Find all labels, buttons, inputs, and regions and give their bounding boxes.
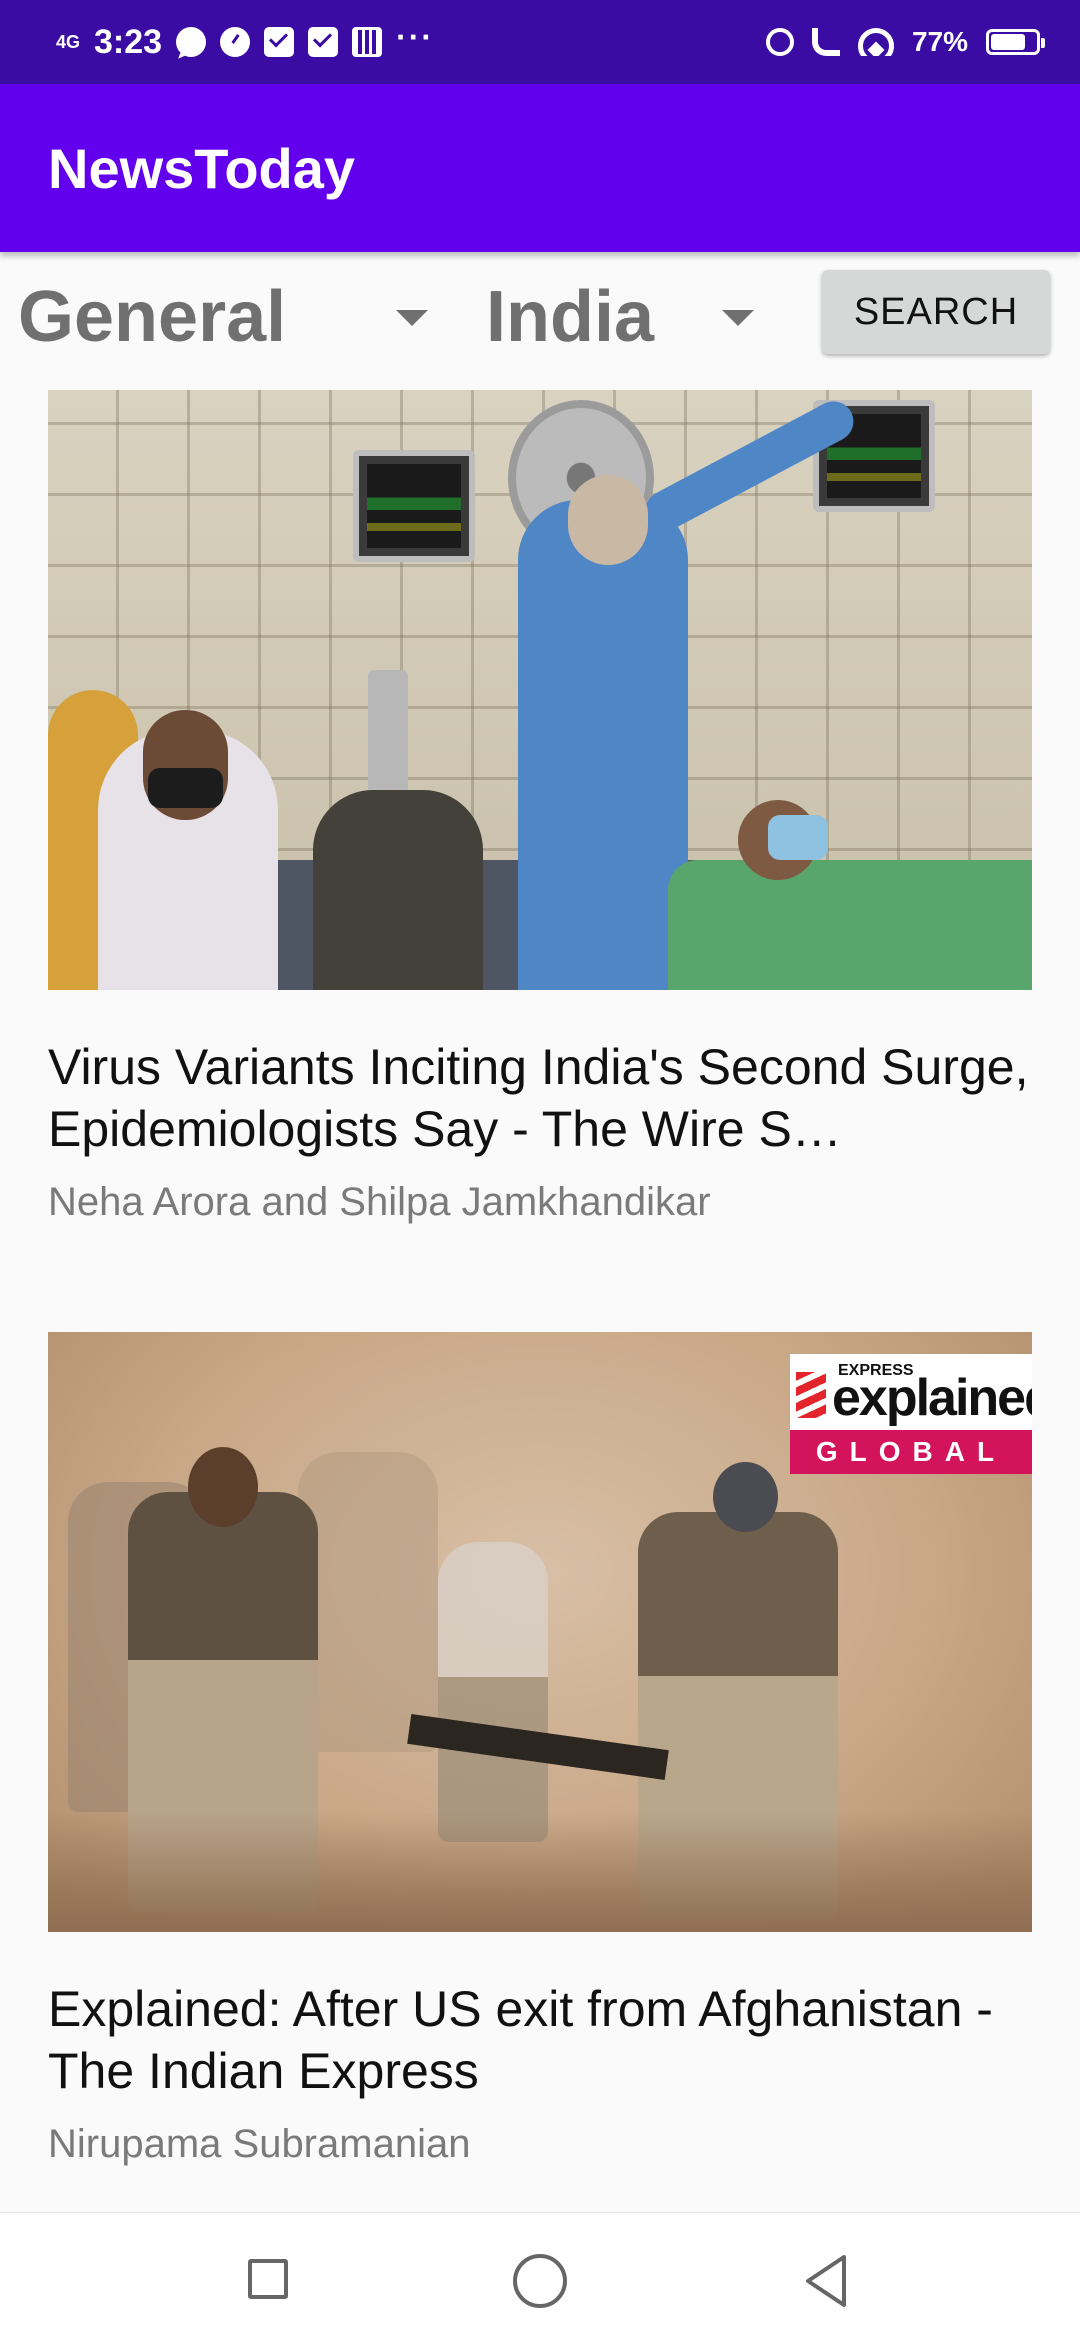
article-image[interactable] [48, 390, 1032, 990]
status-time: 3:23 [94, 22, 163, 61]
country-spinner[interactable]: India [486, 272, 776, 362]
badge-explained-label: explained [832, 1369, 1032, 1427]
alarm-icon [765, 28, 794, 56]
battery-icon [986, 29, 1045, 55]
article-image[interactable]: EXPRESS explained GLOBAL [48, 1332, 1032, 1932]
badge-global-label: GLOBAL [790, 1430, 1032, 1474]
app-bar: NewsToday [0, 84, 1080, 252]
status-right: 77% [765, 18, 1045, 66]
search-button[interactable]: SEARCH [822, 270, 1050, 354]
dropdown-arrow-icon [396, 310, 428, 326]
article-card[interactable]: EXPRESS explained GLOBAL Explained: Afte… [48, 1332, 1032, 2167]
country-value: India [486, 277, 655, 357]
article-card[interactable]: Virus Variants Inciting India's Second S… [48, 390, 1032, 1225]
home-icon [513, 2254, 567, 2308]
article-headline[interactable]: Explained: After US exit from Afghanista… [48, 1978, 1032, 2102]
system-nav-bar [0, 2212, 1080, 2341]
mail-icon [308, 27, 339, 57]
article-author: Nirupama Subramanian [48, 2122, 471, 2166]
app-title: NewsToday [48, 137, 356, 200]
clock-icon [220, 27, 251, 57]
network-indicator: 4G [56, 32, 81, 52]
recents-button[interactable] [240, 2251, 300, 2311]
back-button[interactable] [796, 2251, 856, 2311]
battery-fill [991, 34, 1025, 50]
category-value: General [18, 277, 287, 357]
article-author: Neha Arora and Shilpa Jamkhandikar [48, 1180, 711, 1224]
express-explained-logo: EXPRESS explained GLOBAL [790, 1354, 1032, 1474]
mail-icon [264, 27, 295, 57]
article-headline[interactable]: Virus Variants Inciting India's Second S… [48, 1036, 1032, 1160]
status-bar: 4G 3:23 ··· 77% [0, 0, 1080, 84]
more-notifications-icon: ··· [396, 19, 435, 55]
filter-bar: General India SEARCH [0, 252, 1080, 382]
home-button[interactable] [510, 2251, 570, 2311]
express-swoosh-icon [796, 1372, 826, 1418]
chat-icon [176, 27, 207, 57]
back-icon [806, 2255, 846, 2307]
news-feed[interactable]: Virus Variants Inciting India's Second S… [0, 382, 1080, 2212]
wifi-icon [857, 28, 894, 56]
wifi-call-icon [811, 28, 840, 56]
calendar-icon [352, 27, 383, 57]
category-spinner[interactable]: General [18, 272, 438, 362]
battery-percent: 77% [911, 26, 968, 57]
recents-icon [248, 2259, 288, 2299]
status-left: 4G 3:23 ··· [56, 18, 434, 66]
dropdown-arrow-icon [722, 310, 754, 326]
